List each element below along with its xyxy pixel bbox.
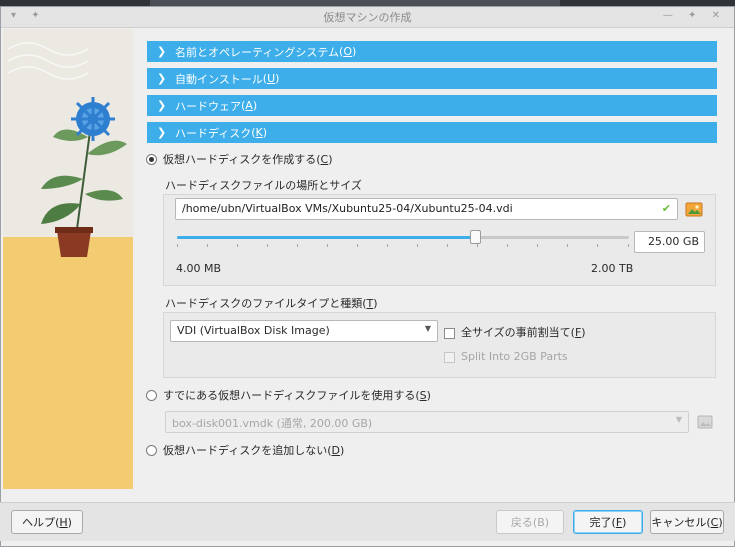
cancel-label: キャンセル	[651, 516, 707, 529]
chevron-right-icon: ❯	[157, 72, 167, 85]
chevron-down-icon: ❯	[157, 126, 167, 139]
section-hard-disk[interactable]: ❯ ハードディスク(K)	[147, 122, 717, 143]
folder-image-icon	[685, 202, 703, 217]
split-box[interactable]	[444, 351, 455, 363]
size-slider-handle[interactable]	[470, 230, 482, 244]
no-disk-key: D	[331, 443, 341, 457]
size-slider-track[interactable]	[177, 236, 629, 239]
title-bar: ▾ ✦ 仮想マシンの作成 — ✦ ✕	[1, 7, 734, 28]
help-key: H	[59, 515, 68, 529]
disk-path-value: /home/ubn/VirtualBox VMs/Xubuntu25-04/Xu…	[182, 202, 513, 215]
type-group-label: ハードディスクのファイルタイプと種類(T)	[165, 297, 378, 310]
choose-existing-file-button[interactable]	[696, 413, 714, 431]
radio-existing-disk[interactable]	[146, 389, 157, 401]
cancel-key: C	[710, 515, 719, 529]
chevron-right-icon: ❯	[157, 99, 167, 112]
section-label: 名前とオペレーティングシステム	[175, 45, 340, 59]
chevron-right-icon: ❯	[157, 45, 167, 58]
existing-disk-value: box-disk001.vmdk (通常, 200.00 GB)	[172, 417, 373, 430]
size-max-label: 2.00 TB	[591, 262, 634, 275]
type-group-label-text: ハードディスクのファイルタイプと種類	[165, 297, 363, 310]
window-menu-icons[interactable]: ▾ ✦	[11, 10, 46, 21]
dropdown-arrow-icon: ▼	[424, 324, 431, 333]
section-label: ハードウェア	[175, 99, 241, 113]
create-disk-label: 仮想ハードディスクを作成する	[163, 153, 317, 166]
preallocate-checkbox[interactable]: 全サイズの事前割当て(F)	[444, 324, 586, 340]
section-label: ハードディスク	[175, 126, 252, 140]
existing-disk-select[interactable]: box-disk001.vmdk (通常, 200.00 GB) ▼	[165, 411, 689, 433]
type-group-key: T	[366, 297, 374, 310]
file-type-select[interactable]: VDI (VirtualBox Disk Image) ▼	[170, 320, 438, 342]
dropdown-arrow-icon: ▼	[675, 415, 682, 424]
section-name-os[interactable]: ❯ 名前とオペレーティングシステム(O)	[147, 41, 717, 62]
no-disk-radio[interactable]: 仮想ハードディスクを追加しない(D)	[146, 441, 344, 459]
split-label: Split Into 2GB Parts	[461, 350, 568, 363]
back-label: 戻る(B)	[510, 516, 550, 529]
section-key: U	[267, 72, 276, 85]
size-slider-fill	[177, 236, 476, 239]
disk-path-input[interactable]: /home/ubn/VirtualBox VMs/Xubuntu25-04/Xu…	[175, 198, 678, 220]
preallocate-label: 全サイズの事前割当て	[461, 326, 571, 339]
back-button[interactable]: 戻る(B)	[496, 510, 564, 534]
create-disk-radio[interactable]: 仮想ハードディスクを作成する(C)	[146, 150, 333, 168]
section-key: O	[343, 45, 352, 58]
valid-check-icon: ✔	[661, 202, 671, 215]
create-disk-key: C	[320, 152, 329, 166]
preallocate-key: F	[574, 326, 582, 339]
help-button[interactable]: ヘルプ(H)	[11, 510, 83, 534]
section-key: A	[245, 99, 253, 112]
help-label: ヘルプ	[22, 516, 56, 529]
radio-create-disk[interactable]	[146, 153, 157, 165]
no-disk-label: 仮想ハードディスクを追加しない	[163, 444, 328, 457]
radio-no-disk[interactable]	[146, 444, 157, 456]
size-min-label: 4.00 MB	[176, 262, 222, 275]
section-label: 自動インストール	[175, 72, 263, 86]
preallocate-box[interactable]	[444, 327, 455, 339]
folder-image-icon	[697, 415, 713, 429]
section-unattended-install[interactable]: ❯ 自動インストール(U)	[147, 68, 717, 89]
wizard-illustration	[3, 29, 133, 489]
choose-file-button[interactable]	[684, 199, 704, 219]
size-slider-ticks	[177, 244, 629, 248]
wizard-sections: ❯ 名前とオペレーティングシステム(O) ❯ 自動インストール(U) ❯ ハード…	[147, 41, 717, 149]
finish-label: 完了	[589, 516, 612, 529]
existing-disk-label: すでにある仮想ハードディスクファイルを使用する	[163, 389, 416, 402]
section-hardware[interactable]: ❯ ハードウェア(A)	[147, 95, 717, 116]
finish-key: F	[615, 515, 623, 529]
split-checkbox[interactable]: Split Into 2GB Parts	[444, 350, 568, 363]
existing-disk-radio[interactable]: すでにある仮想ハードディスクファイルを使用する(S)	[146, 386, 431, 404]
existing-disk-key: S	[419, 388, 427, 402]
location-group-label: ハードディスクファイルの場所とサイズ	[165, 179, 362, 192]
window-controls[interactable]: — ✦ ✕	[663, 10, 726, 21]
finish-button[interactable]: 完了(F)	[573, 510, 643, 534]
file-type-value: VDI (VirtualBox Disk Image)	[177, 324, 330, 337]
window-title: 仮想マシンの作成	[323, 11, 412, 24]
cancel-button[interactable]: キャンセル(C)	[650, 510, 724, 534]
disk-size-input[interactable]: 25.00 GB	[634, 231, 705, 253]
section-key: K	[255, 126, 263, 139]
